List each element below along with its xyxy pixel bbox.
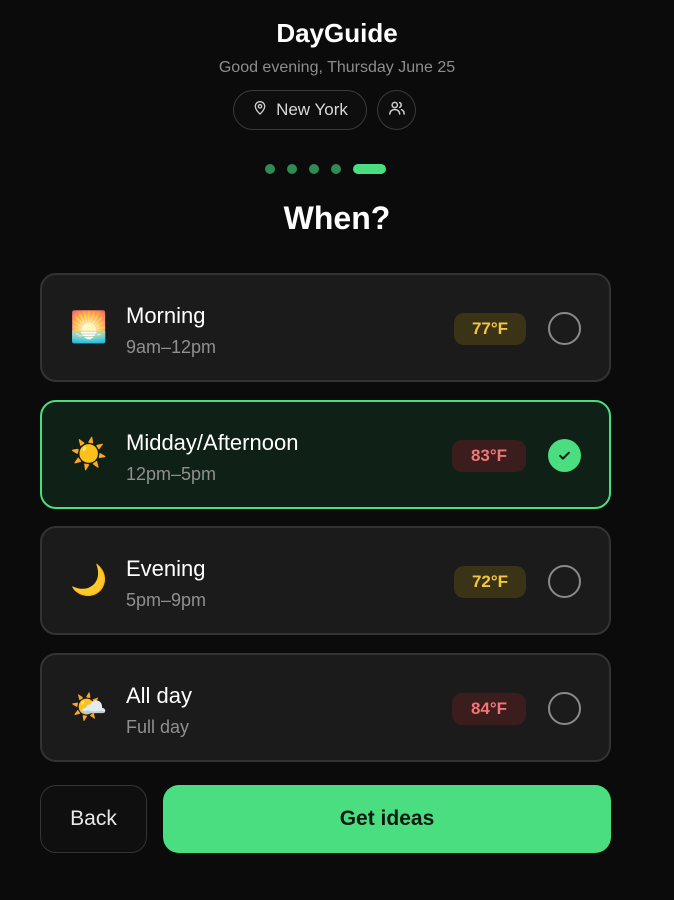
temperature-badge: 77°F <box>454 313 526 345</box>
checkmark-icon <box>559 451 570 460</box>
sun-icon: ☀️ <box>70 438 108 471</box>
users-icon <box>388 99 406 122</box>
radio-unchecked[interactable] <box>548 312 581 345</box>
option-all-day[interactable]: 🌤️ All day Full day 84°F <box>40 653 611 762</box>
option-midday-afternoon[interactable]: ☀️ Midday/Afternoon 12pm–5pm 83°F <box>40 400 611 509</box>
sun-behind-cloud-icon: 🌤️ <box>70 691 108 724</box>
step-dot <box>265 164 275 174</box>
location-pill[interactable]: New York <box>233 90 367 130</box>
greeting-text: Good evening, Thursday June 25 <box>218 59 456 76</box>
option-time: 9am–12pm <box>126 337 217 357</box>
option-morning[interactable]: 🌅 Morning 9am–12pm 77°F <box>40 273 611 382</box>
option-time: Full day <box>126 717 190 737</box>
location-row: New York <box>0 90 674 130</box>
get-ideas-button[interactable]: Get ideas <box>163 785 611 853</box>
sunrise-icon: 🌅 <box>70 311 108 344</box>
radio-unchecked[interactable] <box>548 692 581 725</box>
radio-unchecked[interactable] <box>548 565 581 598</box>
option-time: 12pm–5pm <box>126 464 217 484</box>
back-button[interactable]: Back <box>40 785 147 853</box>
radio-checked[interactable] <box>548 439 581 472</box>
people-button[interactable] <box>377 90 416 130</box>
map-pin-icon <box>252 100 268 121</box>
option-label: Evening <box>126 556 206 581</box>
temperature-badge: 83°F <box>452 440 526 472</box>
location-label: New York <box>276 100 348 119</box>
step-dot <box>331 164 341 174</box>
step-indicator <box>0 164 674 174</box>
dayguide-screen: DayGuide Good evening, Thursday June 25 … <box>0 0 674 900</box>
temperature-badge: 84°F <box>452 693 526 725</box>
option-label: Midday/Afternoon <box>126 430 299 455</box>
step-dot <box>309 164 319 174</box>
step-dot-current <box>353 164 386 174</box>
option-evening[interactable]: 🌙 Evening 5pm–9pm 72°F <box>40 526 611 635</box>
step-dot <box>287 164 297 174</box>
option-label: All day <box>126 683 193 708</box>
option-time: 5pm–9pm <box>126 590 207 610</box>
option-label: Morning <box>126 303 206 328</box>
moon-icon: 🌙 <box>70 564 108 597</box>
app-title: DayGuide <box>276 18 398 48</box>
question-heading: When? <box>283 200 391 236</box>
temperature-badge: 72°F <box>454 566 526 598</box>
